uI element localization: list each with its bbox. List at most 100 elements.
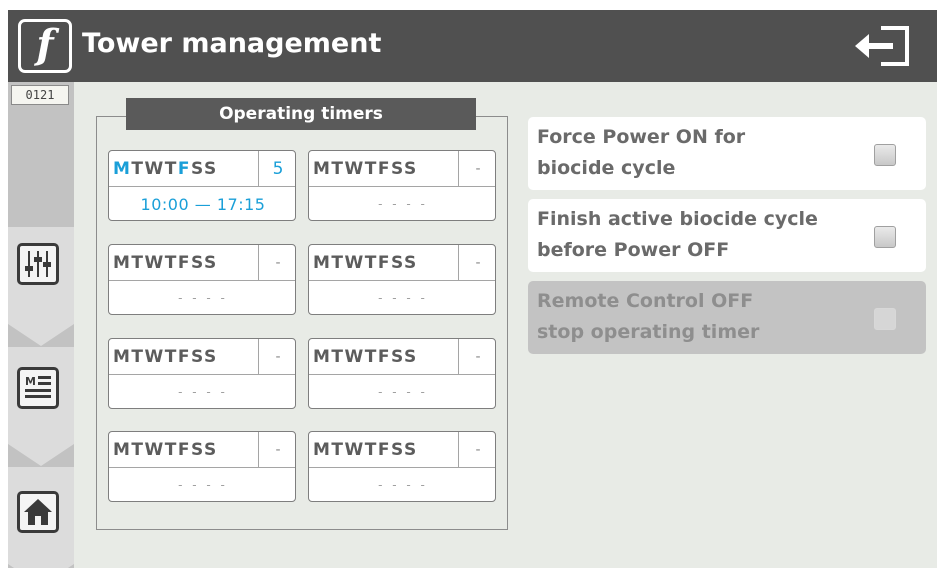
day-letter: T	[164, 347, 178, 367]
timer-days: MTWTFSS	[109, 339, 259, 375]
logout-arrow-icon	[855, 26, 909, 66]
timer-time-range: - - - -	[378, 385, 428, 399]
option-label-line2: stop operating timer	[537, 321, 760, 343]
header-bar: f Tower management	[8, 10, 937, 82]
day-letter: S	[404, 253, 418, 273]
day-letter: T	[364, 159, 378, 179]
timers-title: Operating timers	[126, 98, 476, 130]
option-finish-biocide-cycle[interactable]: Finish active biocide cycle before Power…	[528, 199, 926, 272]
timer-slot[interactable]: MTWTFSS - - - - -	[108, 338, 296, 409]
timer-slot[interactable]: MTWTFSS - - - - -	[308, 431, 496, 502]
force-power-on-checkbox[interactable]	[874, 144, 896, 166]
timer-time-range: 10:00 — 17:15	[140, 195, 266, 214]
timer-slot[interactable]: MTWTFSS - - - - -	[108, 431, 296, 502]
day-letter: T	[331, 159, 345, 179]
option-label-line2: before Power OFF	[537, 239, 730, 261]
day-letter: M	[113, 440, 132, 460]
day-letter: M	[313, 253, 332, 273]
timer-days: MTWTFSS	[109, 151, 259, 187]
finish-biocide-checkbox[interactable]	[874, 226, 896, 248]
day-letter: T	[131, 347, 145, 367]
option-label: Force Power ON for biocide cycle	[537, 122, 857, 184]
timer-count: 5	[259, 151, 295, 187]
day-letter: S	[404, 347, 418, 367]
timer-slot[interactable]: MTWTFSS - - - - -	[308, 338, 496, 409]
app-logo: f	[18, 19, 72, 73]
day-letter: M	[313, 440, 332, 460]
day-letter: W	[144, 347, 165, 367]
timer-days: MTWTFSS	[109, 245, 259, 281]
day-letter: W	[344, 159, 365, 179]
day-letter: S	[204, 159, 218, 179]
day-letter: M	[113, 159, 132, 179]
day-letter: S	[191, 347, 205, 367]
sidebar: 0121 M	[8, 82, 74, 568]
day-letter: S	[191, 159, 205, 179]
day-letter: W	[344, 347, 365, 367]
day-letter: F	[177, 253, 192, 273]
timer-time-range: - - - -	[378, 197, 428, 211]
timer-count: -	[459, 339, 495, 375]
option-label: Finish active biocide cycle before Power…	[537, 204, 857, 266]
timer-time-range: - - - -	[178, 478, 228, 492]
day-letter: F	[177, 159, 192, 179]
day-letter: T	[331, 253, 345, 273]
sidebar-item-home[interactable]	[8, 467, 74, 568]
day-letter: T	[164, 253, 178, 273]
svg-text:M: M	[25, 375, 36, 388]
timer-days: MTWTFSS	[309, 339, 459, 375]
day-letter: T	[131, 440, 145, 460]
day-letter: T	[364, 440, 378, 460]
day-letter: M	[113, 253, 132, 273]
day-letter: F	[177, 347, 192, 367]
day-letter: T	[164, 440, 178, 460]
day-letter: S	[191, 253, 205, 273]
day-letter: S	[404, 440, 418, 460]
day-letter: F	[377, 253, 392, 273]
option-force-power-on[interactable]: Force Power ON for biocide cycle	[528, 117, 926, 190]
menu-list-icon: M	[17, 367, 59, 409]
day-letter: F	[377, 440, 392, 460]
timer-slot[interactable]: MTWTFSS 5 10:00 — 17:15	[108, 150, 296, 221]
timer-time-range: - - - -	[378, 478, 428, 492]
timer-time-range: - - - -	[378, 291, 428, 305]
day-letter: T	[331, 440, 345, 460]
timer-count: -	[459, 432, 495, 468]
sidebar-item-list[interactable]: M	[8, 347, 74, 468]
day-letter: S	[204, 347, 218, 367]
sidebar-item-settings[interactable]	[8, 227, 74, 348]
timer-slot[interactable]: MTWTFSS - - - - -	[308, 244, 496, 315]
device-counter: 0121	[11, 85, 69, 105]
day-letter: S	[391, 440, 405, 460]
option-label-line1: Finish active biocide cycle	[537, 208, 818, 230]
day-letter: M	[313, 347, 332, 367]
timer-days: MTWTFSS	[309, 432, 459, 468]
remote-control-off-checkbox	[874, 308, 896, 330]
timer-slot[interactable]: MTWTFSS - - - - -	[308, 150, 496, 221]
logout-button[interactable]	[853, 24, 915, 68]
day-letter: F	[377, 347, 392, 367]
day-letter: S	[391, 347, 405, 367]
option-label-line1: Remote Control OFF	[537, 290, 754, 312]
timer-count: -	[259, 245, 295, 281]
day-letter: T	[131, 159, 145, 179]
day-letter: S	[204, 253, 218, 273]
option-remote-control-off: Remote Control OFF stop operating timer	[528, 281, 926, 354]
timer-count: -	[459, 245, 495, 281]
day-letter: M	[113, 347, 132, 367]
day-letter: S	[191, 440, 205, 460]
day-letter: M	[313, 159, 332, 179]
home-icon	[17, 491, 59, 533]
day-letter: T	[364, 347, 378, 367]
day-letter: W	[344, 253, 365, 273]
timer-slot[interactable]: MTWTFSS - - - - -	[108, 244, 296, 315]
timer-count: -	[259, 432, 295, 468]
option-label: Remote Control OFF stop operating timer	[537, 286, 857, 348]
day-letter: T	[331, 347, 345, 367]
day-letter: W	[144, 440, 165, 460]
day-letter: S	[391, 159, 405, 179]
option-label-line1: Force Power ON for	[537, 126, 746, 148]
day-letter: S	[204, 440, 218, 460]
timer-count: -	[459, 151, 495, 187]
day-letter: S	[391, 253, 405, 273]
